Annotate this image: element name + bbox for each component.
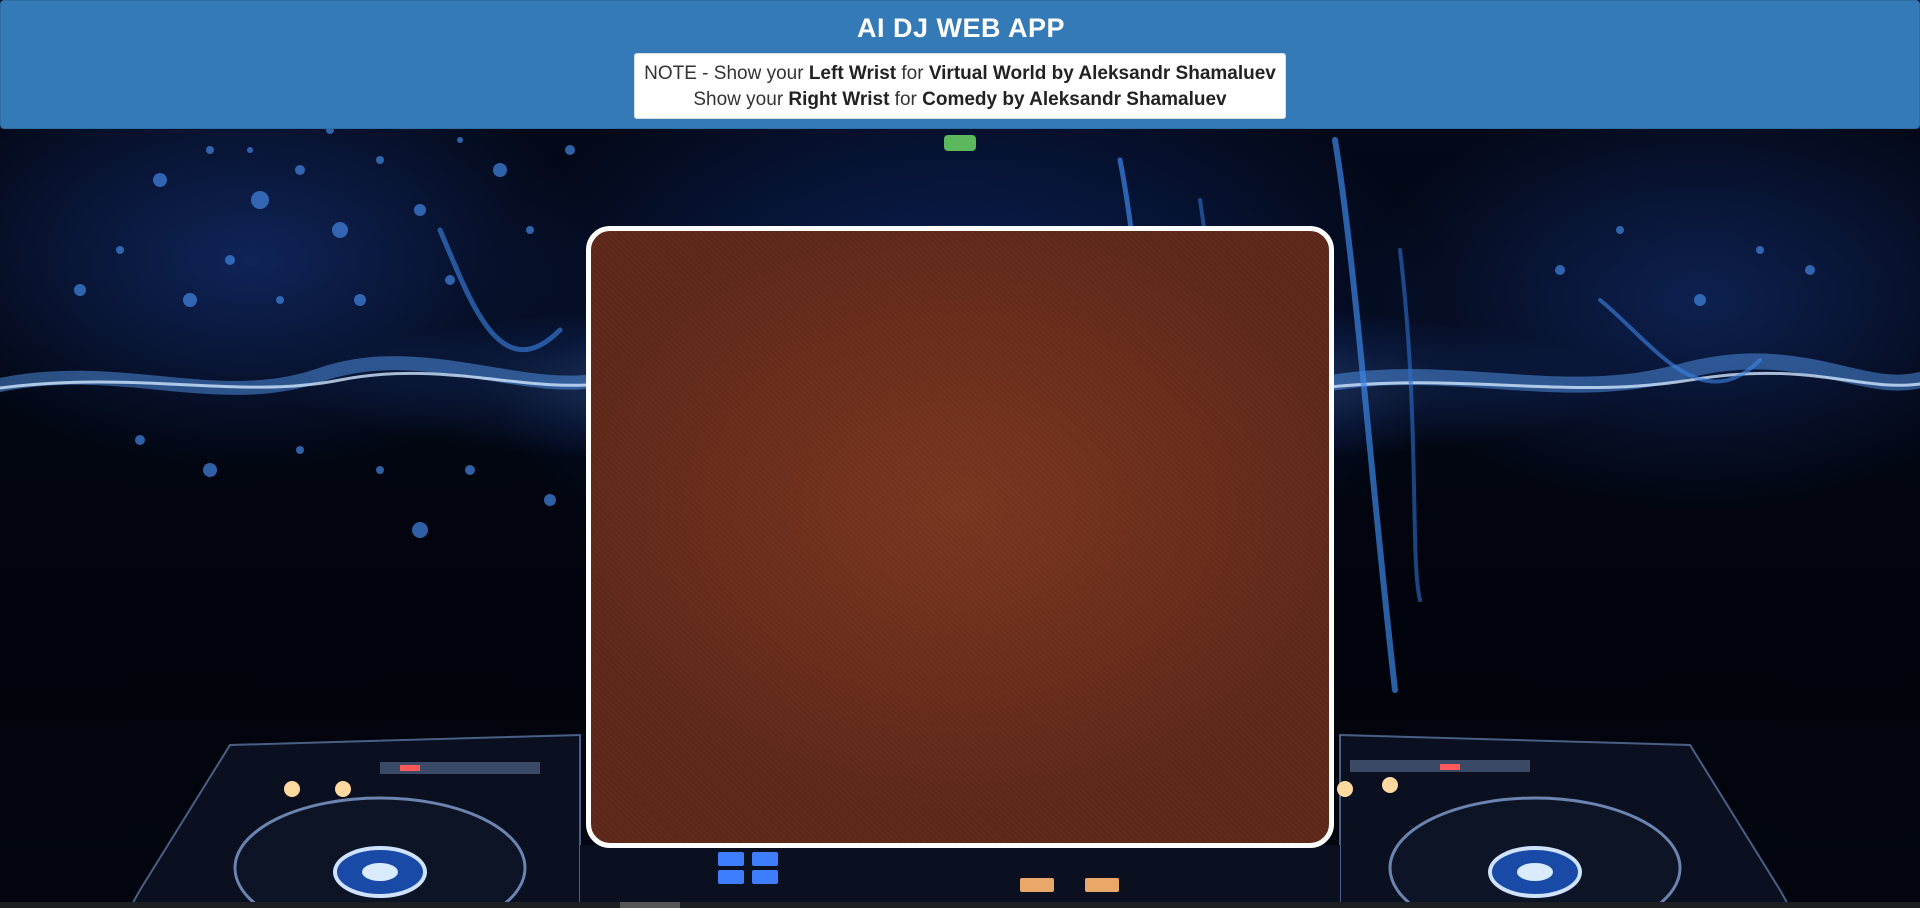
mixer xyxy=(580,845,1340,908)
note-connector: for xyxy=(889,89,923,110)
note-prefix: NOTE - Show your xyxy=(644,63,809,84)
instruction-note: NOTE - Show your Left Wrist for Virtual … xyxy=(634,53,1286,119)
note-connector: for xyxy=(896,63,929,84)
note-line-left-wrist: NOTE - Show your Left Wrist for Virtual … xyxy=(635,61,1285,87)
note-prefix: Show your xyxy=(693,89,789,110)
scrollbar-thumb[interactable] xyxy=(620,902,680,908)
webcam-feed xyxy=(591,231,1329,843)
status-indicator xyxy=(944,135,976,151)
right-turntable xyxy=(1337,733,1792,908)
left-song-label: Virtual World by Aleksandr Shamaluev xyxy=(928,63,1276,84)
right-wrist-label: Right Wrist xyxy=(788,89,890,110)
left-wrist-label: Left Wrist xyxy=(808,63,897,84)
horizontal-scrollbar[interactable] xyxy=(0,902,1920,908)
page: AI DJ WEB APP NOTE - Show your Left Wris… xyxy=(0,0,1920,908)
app-header: AI DJ WEB APP NOTE - Show your Left Wris… xyxy=(0,0,1920,129)
right-song-label: Comedy by Aleksandr Shamaluev xyxy=(922,89,1227,110)
note-line-right-wrist: Show your Right Wrist for Comedy by Alek… xyxy=(635,87,1285,113)
webcam-video xyxy=(586,226,1334,848)
left-turntable xyxy=(128,733,581,908)
app-title: AI DJ WEB APP xyxy=(856,13,1066,43)
